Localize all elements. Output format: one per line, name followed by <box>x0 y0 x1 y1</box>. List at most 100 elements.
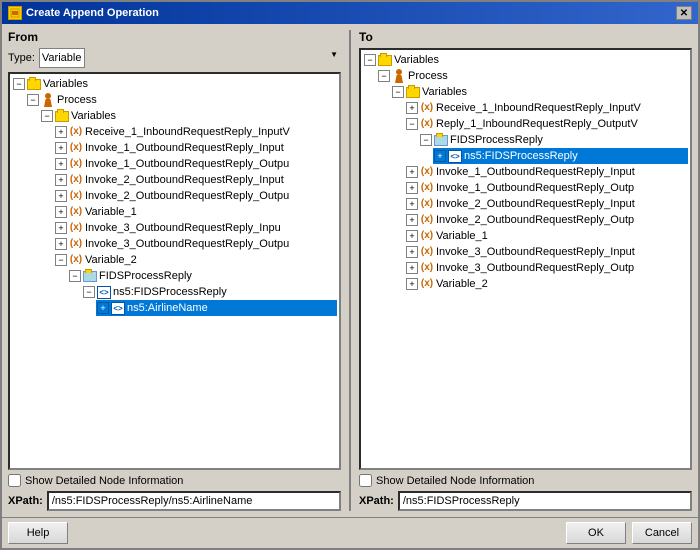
from-toggle-invoke2out[interactable]: + <box>55 190 67 202</box>
from-label-invoke3in: Invoke_3_OutboundRequestReply_Inpu <box>85 220 281 236</box>
from-row-process[interactable]: − Process <box>26 92 337 108</box>
button-group-right: OK Cancel <box>566 522 692 544</box>
from-toggle-invoke2in[interactable]: + <box>55 174 67 186</box>
to-toggle-invoke2in[interactable]: + <box>406 198 418 210</box>
from-label-variable2: Variable_2 <box>85 252 137 268</box>
from-toggle-fids[interactable]: − <box>69 270 81 282</box>
to-xpath-input[interactable] <box>398 491 692 511</box>
from-row-variables2[interactable]: − Variables <box>40 108 337 124</box>
to-row-variables[interactable]: − Variables <box>363 52 688 68</box>
to-row-receive1[interactable]: + (x) Receive_1_InboundRequestReply_Inpu… <box>405 100 688 116</box>
from-node-variable1: + (x) Variable_1 <box>54 204 337 220</box>
from-row-variable1[interactable]: + (x) Variable_1 <box>54 204 337 220</box>
close-button[interactable]: ✕ <box>676 6 692 20</box>
to-toggle-invoke3in[interactable]: + <box>406 246 418 258</box>
from-row-reply1[interactable]: + (x) Invoke_1_OutboundRequestReply_Inpu… <box>54 140 337 156</box>
to-toggle-process[interactable]: − <box>378 70 390 82</box>
to-row-invoke2in[interactable]: + (x) Invoke_2_OutboundRequestReply_Inpu… <box>405 196 688 212</box>
from-toggle-variable1[interactable]: + <box>55 206 67 218</box>
to-row-variable1[interactable]: + (x) Variable_1 <box>405 228 688 244</box>
xml-folder-icon <box>83 269 97 283</box>
from-toggle-variable2[interactable]: − <box>55 254 67 266</box>
from-label-ns5fids: ns5:FIDSProcessReply <box>113 284 227 300</box>
to-row-ns5fids[interactable]: + <> ns5:FIDSProcessReply <box>433 148 688 164</box>
from-toggle-invoke3in[interactable]: + <box>55 222 67 234</box>
from-detail-checkbox[interactable] <box>8 474 21 487</box>
to-row-process[interactable]: − Process <box>377 68 688 84</box>
help-button[interactable]: Help <box>8 522 68 544</box>
from-row-receive1[interactable]: + (x) Receive_1_InboundRequestReply_Inpu… <box>54 124 337 140</box>
to-detail-checkbox[interactable] <box>359 474 372 487</box>
from-toggle-ns5airline[interactable]: + <box>97 302 109 314</box>
to-label: To <box>359 30 692 44</box>
from-toggle-ns5fids[interactable]: − <box>83 286 95 298</box>
from-toggle-invoke3out[interactable]: + <box>55 238 67 250</box>
to-toggle-variables[interactable]: − <box>364 54 376 66</box>
from-row-invoke3in[interactable]: + (x) Invoke_3_OutboundRequestReply_Inpu <box>54 220 337 236</box>
to-var-icon-3: (x) <box>420 165 434 179</box>
from-label-process: Process <box>57 92 97 108</box>
to-node-invoke2out: + (x) Invoke_2_OutboundRequestReply_Outp <box>405 212 688 228</box>
to-toggle-ns5fids[interactable]: + <box>434 150 446 162</box>
from-label-variables: Variables <box>43 76 88 92</box>
to-xml-folder-icon <box>434 133 448 147</box>
from-tree[interactable]: − Variables − <box>8 72 341 470</box>
from-toggle-variables[interactable]: − <box>13 78 25 90</box>
to-row-invoke1in[interactable]: + (x) Invoke_1_OutboundRequestReply_Inpu… <box>405 164 688 180</box>
to-toggle-variable1[interactable]: + <box>406 230 418 242</box>
dialog-content: From Type: Variable − <box>2 24 698 517</box>
to-label-fids: FIDSProcessReply <box>450 132 543 148</box>
to-xml-elem-icon: <> <box>448 149 462 163</box>
to-row-fids[interactable]: − FIDSProcessReply <box>419 132 688 148</box>
to-label-invoke1out: Invoke_1_OutboundRequestReply_Outp <box>436 180 634 196</box>
from-row-invoke2in[interactable]: + (x) Invoke_2_OutboundRequestReply_Inpu… <box>54 172 337 188</box>
to-toggle-variable2[interactable]: + <box>406 278 418 290</box>
type-select[interactable]: Variable <box>39 48 85 68</box>
from-label-variable1: Variable_1 <box>85 204 137 220</box>
to-node-process: − Process <box>377 68 688 292</box>
to-node-invoke3out: + (x) Invoke_3_OutboundRequestReply_Outp <box>405 260 688 276</box>
to-toggle-variables2[interactable]: − <box>392 86 404 98</box>
from-toggle-invoke1[interactable]: + <box>55 158 67 170</box>
to-row-invoke3in[interactable]: + (x) Invoke_3_OutboundRequestReply_Inpu… <box>405 244 688 260</box>
from-row-ns5fids[interactable]: − <> ns5:FIDSProcessReply <box>82 284 337 300</box>
from-panel: From Type: Variable − <box>8 30 341 511</box>
to-toggle-receive1[interactable]: + <box>406 102 418 114</box>
from-row-fids[interactable]: − FIDSProcessReply <box>68 268 337 284</box>
to-folder-icon <box>378 53 392 67</box>
to-toggle-invoke3out[interactable]: + <box>406 262 418 274</box>
from-row-invoke2out[interactable]: + (x) Invoke_2_OutboundRequestReply_Outp… <box>54 188 337 204</box>
var-icon-3: (x) <box>69 157 83 171</box>
from-toggle-receive1[interactable]: + <box>55 126 67 138</box>
from-row-invoke1[interactable]: + (x) Invoke_1_OutboundRequestReply_Outp… <box>54 156 337 172</box>
to-toggle-reply1[interactable]: − <box>406 118 418 130</box>
to-label-variables: Variables <box>394 52 439 68</box>
to-tree[interactable]: − Variables − <box>359 48 692 470</box>
from-xpath-input[interactable] <box>47 491 341 511</box>
to-row-invoke2out[interactable]: + (x) Invoke_2_OutboundRequestReply_Outp <box>405 212 688 228</box>
to-toggle-fids[interactable]: − <box>420 134 432 146</box>
from-label: From <box>8 30 341 44</box>
to-var-icon-8: (x) <box>420 245 434 259</box>
to-row-invoke3out[interactable]: + (x) Invoke_3_OutboundRequestReply_Outp <box>405 260 688 276</box>
ok-button[interactable]: OK <box>566 522 626 544</box>
from-row-invoke3out[interactable]: + (x) Invoke_3_OutboundRequestReply_Outp… <box>54 236 337 252</box>
from-row-variable2[interactable]: − (x) Variable_2 <box>54 252 337 268</box>
from-toggle-reply1[interactable]: + <box>55 142 67 154</box>
to-row-reply1[interactable]: − (x) Reply_1_InboundRequestReply_Output… <box>405 116 688 132</box>
to-row-invoke1out[interactable]: + (x) Invoke_1_OutboundRequestReply_Outp <box>405 180 688 196</box>
from-toggle-process[interactable]: − <box>27 94 39 106</box>
from-row-ns5airline[interactable]: + <> ns5:AirlineName <box>96 300 337 316</box>
to-row-variable2[interactable]: + (x) Variable_2 <box>405 276 688 292</box>
to-toggle-invoke1out[interactable]: + <box>406 182 418 194</box>
cancel-button[interactable]: Cancel <box>632 522 692 544</box>
from-row-variables[interactable]: − Variables <box>12 76 337 92</box>
to-label-invoke1in: Invoke_1_OutboundRequestReply_Input <box>436 164 635 180</box>
to-node-variables2: − Variables <box>391 84 688 292</box>
to-label-variables2: Variables <box>422 84 467 100</box>
to-row-variables2[interactable]: − Variables <box>391 84 688 100</box>
to-toggle-invoke1in[interactable]: + <box>406 166 418 178</box>
panels-container: From Type: Variable − <box>8 30 692 511</box>
from-toggle-variables2[interactable]: − <box>41 110 53 122</box>
to-toggle-invoke2out[interactable]: + <box>406 214 418 226</box>
